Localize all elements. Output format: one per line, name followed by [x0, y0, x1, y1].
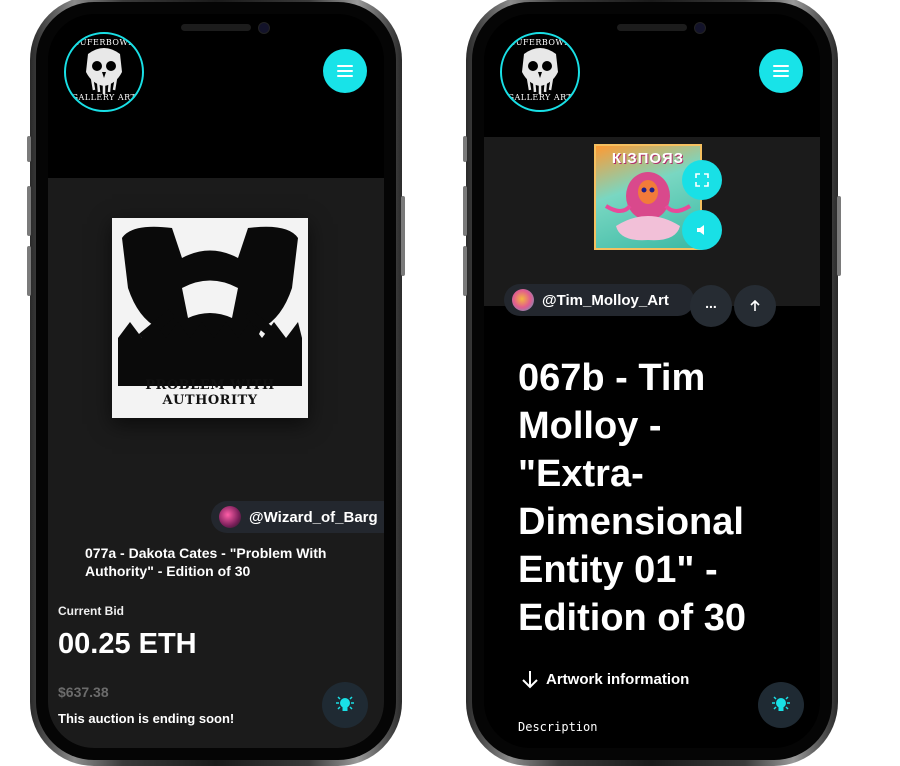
phone-volume-button [463, 186, 467, 236]
menu-icon-line [773, 70, 789, 72]
creator-handle-pill[interactable]: @Wizard_of_Barg [211, 501, 384, 533]
logo-wordmark-bottom: GALLERY ART [71, 93, 137, 102]
description-heading: Description [518, 720, 598, 734]
menu-button[interactable] [759, 49, 803, 93]
menu-icon [773, 65, 789, 67]
usd-value: $637.38 [58, 684, 109, 700]
logo-wordmark-bottom: GALLERY ART [507, 93, 573, 102]
phone-bezel: SUFERBOWF GALLERY ART КІЗПОЯЗ @Tim_Mollo… [472, 2, 832, 760]
lightbulb-icon [772, 696, 790, 711]
theme-toggle-button[interactable] [322, 682, 368, 728]
artwork-title: 067b - Tim Molloy - "Extra-Dimensional E… [518, 357, 746, 639]
screen-right: SUFERBOWF GALLERY ART КІЗПОЯЗ @Tim_Mollo… [484, 14, 820, 748]
menu-icon-line [337, 75, 353, 77]
arrow-down-icon [522, 671, 538, 689]
volume-icon [697, 225, 704, 235]
theme-toggle-button[interactable] [758, 682, 804, 728]
phone-camera [258, 22, 270, 34]
current-bid-label: Current Bid [58, 604, 124, 618]
gallery-logo[interactable]: SUFERBOWF GALLERY ART [500, 32, 580, 112]
share-button[interactable] [734, 285, 776, 327]
more-options-icon: ... [705, 295, 717, 311]
phone-side-button [463, 136, 467, 162]
menu-button[interactable] [323, 49, 367, 93]
artwork-title: 077a - Dakota Cates - "Problem With Auth… [85, 545, 327, 579]
volume-button[interactable] [682, 210, 722, 250]
creator-avatar [219, 506, 241, 528]
lightbulb-icon [336, 696, 354, 711]
artwork-information-toggle[interactable]: Artwork information [520, 669, 689, 689]
phone-volume-button [463, 246, 467, 296]
phone-speaker [617, 24, 687, 31]
phone-frame-right: SUFERBOWF GALLERY ART КІЗПОЯЗ @Tim_Mollo… [463, 0, 841, 766]
phone-power-button [401, 196, 405, 276]
creator-handle-text: @Tim_Molloy_Art [542, 291, 669, 309]
phone-volume-button [27, 246, 31, 296]
auction-status: This auction is ending soon! [58, 711, 235, 726]
fullscreen-icon [695, 173, 709, 187]
fullscreen-button[interactable] [682, 160, 722, 200]
artwork-information-label: Artwork information [546, 670, 690, 688]
phone-speaker [181, 24, 251, 31]
artwork-panel: PROBLEM WITH AUTHORITY [48, 178, 384, 748]
menu-icon [337, 65, 353, 67]
creator-avatar [512, 289, 534, 311]
creator-handle-text: @Wizard_of_Barg [249, 508, 378, 526]
arrow-up-icon [750, 300, 760, 311]
screen-left: SUFERBOWF GALLERY ART PROBLEM WITH AUTHO… [48, 14, 384, 748]
phone-bezel: SUFERBOWF GALLERY ART PROBLEM WITH AUTHO… [36, 2, 396, 760]
artwork-caption: PROBLEM WITH AUTHORITY [145, 378, 275, 408]
phone-power-button [837, 196, 841, 276]
gallery-logo[interactable]: SUFERBOWF GALLERY ART [64, 32, 144, 112]
creator-handle-pill[interactable]: @Tim_Molloy_Art [504, 284, 694, 316]
more-options-button[interactable]: ... [690, 285, 732, 327]
artwork-panel: КІЗПОЯЗ [484, 137, 820, 306]
phone-volume-button [27, 186, 31, 236]
menu-icon-line [337, 70, 353, 72]
artwork-image[interactable]: PROBLEM WITH AUTHORITY [112, 218, 308, 418]
phone-side-button [27, 136, 31, 162]
phone-camera [694, 22, 706, 34]
phone-frame-left: SUFERBOWF GALLERY ART PROBLEM WITH AUTHO… [27, 0, 405, 766]
menu-icon-line [773, 75, 789, 77]
current-bid-value: 00.25 ETH [58, 628, 197, 660]
